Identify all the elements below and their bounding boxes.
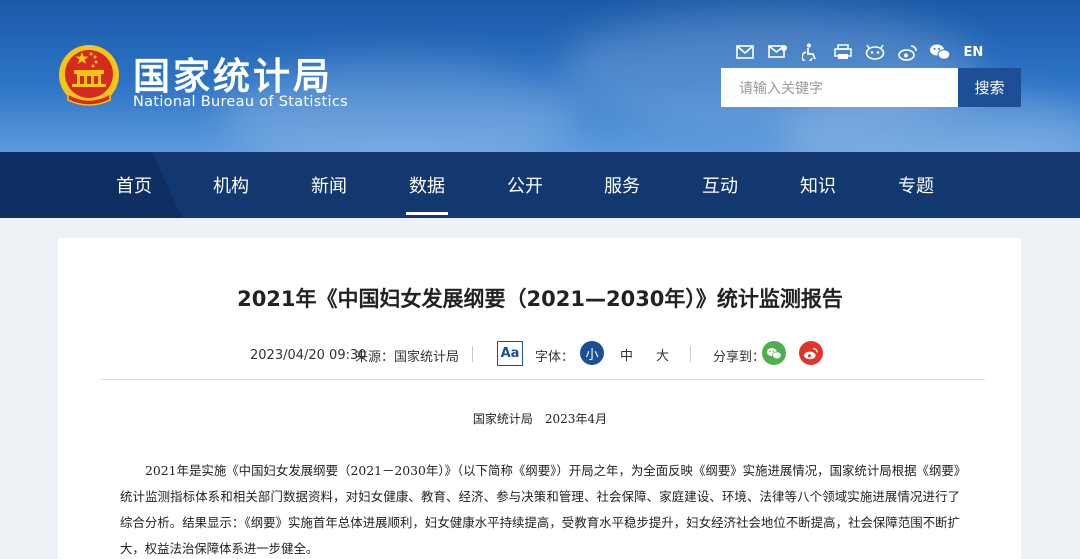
search-input[interactable]: 请输入关键字 [721, 68, 958, 107]
print-icon[interactable] [832, 42, 854, 62]
font-size-label: 字体： [535, 349, 575, 365]
font-size-large-button[interactable]: 大 [656, 345, 669, 364]
article-source: 来源：国家统计局 [355, 349, 460, 365]
header-tools: EN [734, 42, 983, 62]
font-size-toggle-icon[interactable]: Aa [497, 341, 523, 366]
share-label: 分享到： [713, 349, 766, 365]
search-placeholder: 请输入关键字 [739, 80, 823, 97]
font-size-small-button[interactable]: 小 [580, 341, 604, 365]
site-name-en[interactable]: National Bureau of Statistics [133, 94, 348, 110]
article-title: 2021年《中国妇女发展纲要（2021—2030年）》统计监测报告 [237, 287, 843, 311]
nav-item-data[interactable]: 数据 [387, 152, 467, 218]
mail-settings-icon[interactable] [767, 42, 789, 62]
nav-item-home[interactable]: 首页 [94, 152, 174, 218]
nav-item-news[interactable]: 新闻 [289, 152, 369, 218]
meta-divider [472, 346, 473, 362]
mail-icon[interactable] [734, 42, 756, 62]
article-date: 2023/04/20 09:30 [250, 347, 367, 363]
article-byline: 国家统计局 2023年4月 [472, 412, 608, 426]
main-nav: 首页 机构 新闻 数据 公开 服务 互动 知识 专题 [0, 152, 1080, 218]
article-divider [101, 379, 985, 380]
nav-item-knowledge[interactable]: 知识 [778, 152, 858, 218]
search-button[interactable]: 搜索 [958, 68, 1021, 107]
share-wechat-icon[interactable] [762, 341, 786, 365]
nav-item-service[interactable]: 服务 [582, 152, 662, 218]
language-switch-en[interactable]: EN [964, 45, 984, 60]
wechat-icon[interactable] [929, 42, 951, 62]
nav-item-org[interactable]: 机构 [191, 152, 271, 218]
nav-item-interact[interactable]: 互动 [680, 152, 760, 218]
accessibility-icon[interactable] [799, 42, 821, 62]
font-size-medium-button[interactable]: 中 [620, 345, 633, 364]
meta-divider [690, 346, 691, 362]
nav-item-open[interactable]: 公开 [485, 152, 565, 218]
share-weibo-icon[interactable] [799, 341, 823, 365]
nav-item-topics[interactable]: 专题 [876, 152, 956, 218]
article-paragraph: 2021年是实施《中国妇女发展纲要（2021－2030年）》（以下简称《纲要》）… [120, 463, 960, 556]
weibo-icon[interactable] [897, 42, 919, 62]
mobile-app-icon[interactable] [864, 42, 886, 62]
site-name-cn[interactable]: 国家统计局 [133, 46, 333, 100]
nav-active-indicator [406, 212, 448, 215]
national-emblem-icon [59, 45, 119, 106]
